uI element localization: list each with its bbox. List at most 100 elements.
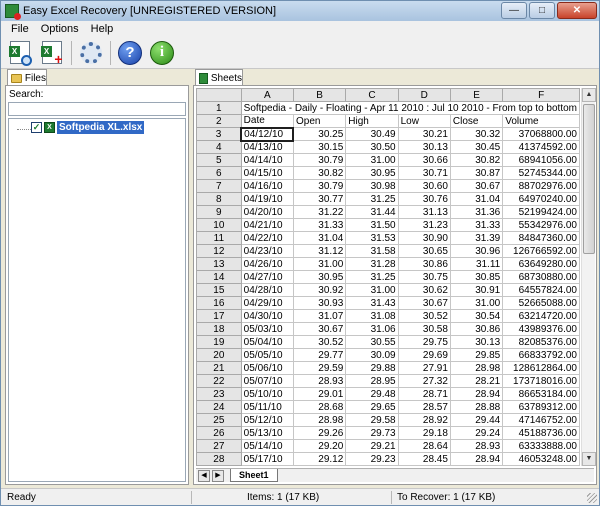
cell[interactable]: 29.00 [345, 465, 399, 466]
cell[interactable]: 05/06/10 [240, 361, 294, 375]
cell[interactable]: 30.75 [397, 270, 451, 284]
cell[interactable]: 04/16/10 [240, 179, 294, 193]
cell[interactable]: 04/26/10 [240, 257, 294, 271]
sheet-prev-icon[interactable]: ◀ [198, 469, 210, 482]
cell[interactable]: 28.93 [292, 374, 347, 388]
column-header[interactable]: B [292, 88, 347, 102]
sheet-next-icon[interactable]: ▶ [212, 469, 224, 482]
cell[interactable]: 05/07/10 [240, 374, 294, 388]
cell[interactable]: 31.00 [345, 283, 399, 297]
cell[interactable]: 28.98 [292, 413, 347, 427]
cell[interactable]: 63649280.00 [502, 257, 580, 271]
cell[interactable]: 31.58 [345, 244, 399, 258]
cell[interactable]: 30.45 [449, 140, 504, 154]
cell[interactable]: 30.66 [397, 153, 451, 167]
cell[interactable]: 29.18 [397, 426, 451, 440]
cell[interactable]: 30.87 [449, 166, 504, 180]
cell[interactable]: 30.67 [449, 179, 504, 193]
tab-sheet1[interactable]: Sheet1 [230, 469, 278, 482]
cell[interactable]: 30.52 [397, 309, 451, 323]
row-header[interactable]: 19 [196, 335, 242, 349]
cell[interactable]: 31.33 [292, 218, 347, 232]
row-header[interactable]: 4 [196, 140, 242, 154]
tab-sheets[interactable]: Sheets [195, 69, 243, 86]
cell[interactable]: 29.44 [449, 413, 504, 427]
cell[interactable]: 31.07 [292, 309, 347, 323]
cell[interactable]: 05/14/10 [240, 439, 294, 453]
cell[interactable]: 30.52 [292, 335, 347, 349]
cell[interactable]: 28.92 [397, 413, 451, 427]
row-header[interactable]: 5 [196, 153, 242, 167]
column-header[interactable]: D [397, 88, 451, 102]
cell[interactable]: 30.91 [449, 283, 504, 297]
cell[interactable]: 05/11/10 [240, 400, 294, 414]
search-input[interactable] [8, 102, 186, 116]
cell[interactable]: 52745344.00 [502, 166, 580, 180]
cell[interactable]: 04/13/10 [240, 140, 294, 154]
cell-header[interactable]: Volume [502, 114, 580, 128]
help-button[interactable]: ? [117, 40, 143, 66]
row-header[interactable]: 2 [196, 114, 242, 128]
cell[interactable]: 86653184.00 [502, 387, 580, 401]
maximize-button[interactable]: □ [529, 2, 555, 19]
cell[interactable]: 28.87 [292, 465, 347, 466]
cell[interactable]: 04/28/10 [240, 283, 294, 297]
row-header[interactable]: 11 [196, 231, 242, 245]
cell[interactable]: 30.09 [345, 348, 399, 362]
cell[interactable]: 04/23/10 [240, 244, 294, 258]
cell[interactable]: 05/04/10 [240, 335, 294, 349]
row-header[interactable]: 23 [196, 387, 242, 401]
cell[interactable]: 30.93 [292, 296, 347, 310]
cell[interactable]: 64970240.00 [502, 192, 580, 206]
cell[interactable]: 28.64 [397, 439, 451, 453]
cell[interactable]: 30.90 [397, 231, 451, 245]
cell-header[interactable]: Open [292, 114, 347, 128]
cell[interactable]: 31.25 [345, 270, 399, 284]
cell[interactable]: 29.12 [292, 452, 347, 466]
row-header[interactable]: 29 [196, 465, 242, 466]
row-header[interactable]: 20 [196, 348, 242, 362]
cell[interactable]: 31.13 [397, 205, 451, 219]
cell[interactable]: 30.79 [292, 179, 347, 193]
cell[interactable]: 28.94 [449, 452, 504, 466]
row-header[interactable]: 1 [196, 101, 242, 115]
cell[interactable]: 30.98 [345, 179, 399, 193]
cell[interactable]: 173718016.00 [502, 374, 580, 388]
cell[interactable]: 31.22 [292, 205, 347, 219]
cell[interactable]: 30.82 [292, 166, 347, 180]
cell[interactable]: 04/22/10 [240, 231, 294, 245]
row-header[interactable]: 15 [196, 283, 242, 297]
cell[interactable]: 28.98 [449, 361, 504, 375]
cell[interactable]: 31.25 [345, 192, 399, 206]
cell[interactable]: 45188736.00 [502, 426, 580, 440]
cell-header[interactable]: Close [449, 114, 504, 128]
title-bar[interactable]: Easy Excel Recovery [UNREGISTERED VERSIO… [1, 1, 599, 21]
cell-header[interactable]: Low [397, 114, 451, 128]
scroll-thumb[interactable] [583, 104, 595, 254]
cell[interactable]: 29.26 [292, 426, 347, 440]
cell[interactable]: 126766592.00 [502, 244, 580, 258]
cell[interactable]: 31.50 [345, 218, 399, 232]
cell[interactable]: 30.50 [345, 140, 399, 154]
cell[interactable]: 128612864.00 [502, 361, 580, 375]
settings-button[interactable] [78, 40, 104, 66]
row-header[interactable]: 13 [196, 257, 242, 271]
cell[interactable]: 31.11 [449, 257, 504, 271]
cell[interactable]: 04/19/10 [240, 192, 294, 206]
row-header[interactable]: 18 [196, 322, 242, 336]
row-header[interactable]: 21 [196, 361, 242, 375]
cell[interactable]: 05/03/10 [240, 322, 294, 336]
tab-files[interactable]: Files [7, 69, 47, 86]
cell[interactable]: 29.58 [345, 413, 399, 427]
cell[interactable]: 30.55 [345, 335, 399, 349]
cell[interactable]: 47146752.00 [502, 413, 580, 427]
cell[interactable]: 30.77 [292, 192, 347, 206]
cell[interactable]: 31.53 [345, 231, 399, 245]
cell[interactable]: 31.04 [449, 192, 504, 206]
cell[interactable]: 29.48 [345, 387, 399, 401]
close-button[interactable]: ✕ [557, 2, 597, 19]
cell[interactable]: 29.77 [292, 348, 347, 362]
cell[interactable]: 27.91 [397, 361, 451, 375]
cell[interactable]: 30.54 [449, 309, 504, 323]
cell-title[interactable]: Softpedia - Daily - Floating - Apr 11 20… [240, 101, 580, 115]
